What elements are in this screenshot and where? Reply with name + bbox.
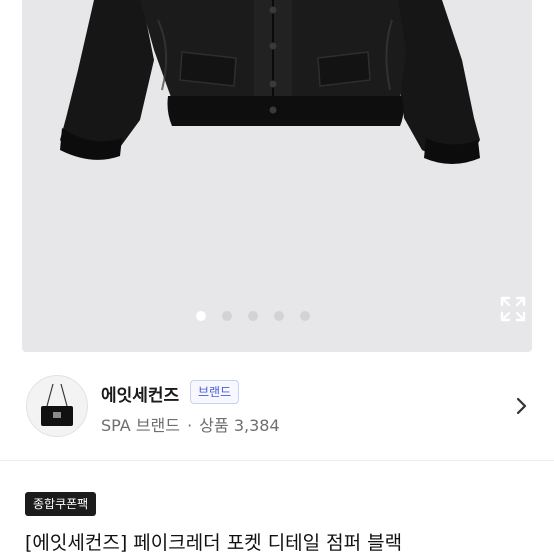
expand-icon[interactable] xyxy=(500,296,526,322)
products-label: 상품 xyxy=(199,416,229,435)
section-divider xyxy=(0,460,554,461)
brand-thumbnail xyxy=(26,375,88,437)
products-count: 3,384 xyxy=(233,416,280,435)
carousel-dot[interactable] xyxy=(274,311,284,321)
brand-meta: SPA 브랜드 · 상품 3,384 xyxy=(101,412,280,436)
carousel-dots xyxy=(22,311,508,321)
meta-separator: · xyxy=(187,416,193,435)
brand-category: SPA 브랜드 xyxy=(101,416,180,435)
chevron-right-icon[interactable] xyxy=(510,395,532,417)
carousel-dot[interactable] xyxy=(300,311,310,321)
carousel-dot[interactable] xyxy=(222,311,232,321)
product-image-gallery[interactable] xyxy=(22,0,532,352)
carousel-dot[interactable] xyxy=(248,311,258,321)
brand-row[interactable]: 에잇세컨즈 브랜드 SPA 브랜드 · 상품 3,384 xyxy=(0,352,554,460)
product-title: [에잇세컨즈] 페이크레더 포켓 디테일 점퍼 블랙 xyxy=(25,532,403,554)
coupon-tag: 종합쿠폰팩 xyxy=(25,492,97,516)
product-image xyxy=(60,0,480,164)
brand-name[interactable]: 에잇세컨즈 xyxy=(101,381,179,406)
handbag-icon xyxy=(41,383,73,426)
brand-badge: 브랜드 xyxy=(190,380,240,404)
carousel-dot[interactable] xyxy=(196,311,206,321)
